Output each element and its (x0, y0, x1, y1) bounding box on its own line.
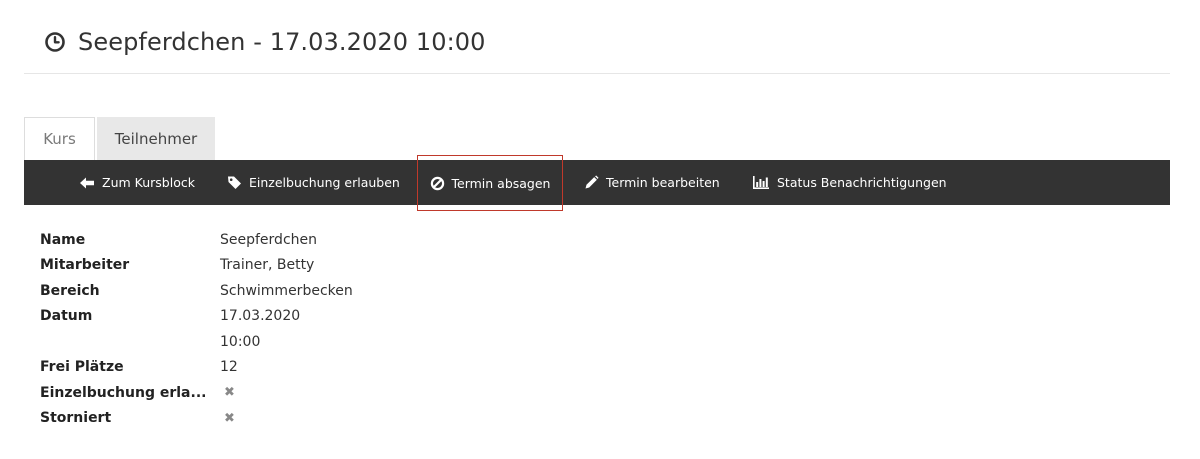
detail-label: Mitarbeiter (40, 257, 130, 274)
detail-label: Bereich (40, 282, 100, 299)
detail-value: 12 (220, 359, 238, 376)
detail-value: Schwimmerbecken (220, 282, 353, 299)
x-mark-icon: ✖ (224, 385, 235, 401)
status-notifications-button[interactable]: Status Benachrichtigungen (752, 160, 947, 205)
page-header: Seepferdchen - 17.03.2020 10:00 (44, 26, 486, 58)
detail-row-time: 10:00 (40, 329, 353, 355)
clock-icon (44, 31, 66, 53)
tab-kurs[interactable]: Kurs (24, 117, 95, 160)
detail-label: Einzelbuchung erla... (40, 384, 207, 401)
tab-teilnehmer[interactable]: Teilnehmer (97, 117, 215, 160)
bar-chart-icon (753, 176, 769, 189)
page-title: Seepferdchen - 17.03.2020 10:00 (78, 28, 486, 56)
back-to-course-block-button[interactable]: Zum Kursblock (79, 160, 195, 205)
detail-row-name: Name Seepferdchen (40, 227, 353, 253)
action-toolbar: Zum Kursblock Einzelbuchung erlauben Ter… (24, 155, 1170, 211)
detail-value: 17.03.2020 (220, 308, 301, 325)
cancel-appointment-label: Termin absagen (451, 175, 551, 191)
arrow-left-icon (80, 177, 94, 188)
allow-single-booking-button[interactable]: Einzelbuchung erlauben (227, 160, 400, 205)
detail-row-area: Bereich Schwimmerbecken (40, 278, 353, 304)
page: Seepferdchen - 17.03.2020 10:00 Kurs Tei… (0, 0, 1200, 459)
allow-single-booking-label: Einzelbuchung erlauben (249, 175, 400, 190)
x-mark-icon: ✖ (224, 410, 235, 426)
detail-value: Trainer, Betty (220, 257, 315, 274)
detail-label: Name (40, 231, 86, 248)
edit-appointment-label: Termin bearbeiten (606, 175, 720, 190)
detail-row-date: Datum 17.03.2020 (40, 304, 353, 330)
title-divider (24, 73, 1170, 74)
cancel-appointment-button[interactable]: Termin absagen (417, 155, 563, 211)
back-to-course-block-label: Zum Kursblock (102, 175, 195, 190)
appointment-details: Name Seepferdchen Mitarbeiter Trainer, B… (40, 227, 353, 431)
pencil-icon (585, 175, 599, 189)
edit-appointment-button[interactable]: Termin bearbeiten (584, 160, 720, 205)
detail-label: Frei Plätze (40, 359, 124, 376)
tag-icon (228, 176, 241, 189)
detail-value: Seepferdchen (220, 231, 317, 248)
tab-bar: Kurs Teilnehmer (24, 117, 215, 160)
detail-value: 10:00 (220, 333, 261, 350)
detail-label: Storniert (40, 410, 112, 427)
detail-row-free-spots: Frei Plätze 12 (40, 355, 353, 381)
detail-row-cancelled: Storniert ✖ (40, 406, 353, 432)
detail-label: Datum (40, 308, 93, 325)
detail-row-staff: Mitarbeiter Trainer, Betty (40, 253, 353, 279)
status-notifications-label: Status Benachrichtigungen (777, 175, 947, 190)
ban-icon (430, 176, 444, 190)
detail-row-single-booking: Einzelbuchung erla... ✖ (40, 380, 353, 406)
